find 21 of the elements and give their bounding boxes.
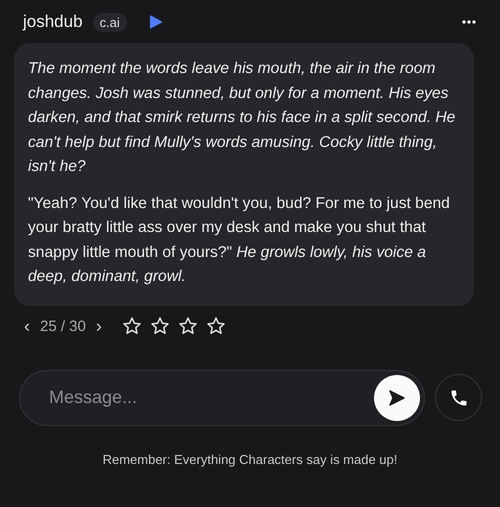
message-counter: 25 / 30 (40, 318, 86, 334)
star-icon[interactable] (178, 316, 198, 336)
source-tag: c.ai (92, 12, 127, 32)
star-rating[interactable] (122, 316, 226, 336)
star-icon[interactable] (206, 316, 226, 336)
star-icon[interactable] (122, 316, 142, 336)
character-name: joshdub (23, 12, 83, 32)
call-button[interactable] (435, 374, 482, 421)
message-field[interactable]: Message... (47, 386, 374, 409)
message-composer[interactable]: Message... (19, 370, 425, 426)
play-icon[interactable] (148, 14, 163, 30)
previous-button[interactable]: ‹ (22, 316, 32, 336)
send-button[interactable] (374, 374, 420, 420)
next-button[interactable]: › (94, 316, 104, 336)
message-text: "Yeah? You'd like that wouldn't you, bud? For me to just bend your bratty little ass over my desk and make you shut that snappy little mouth of yours?" He growls lowly, his voice a deep, dominant, growl. (28, 194, 451, 287)
disclaimer-text: Remember: Everything Characters say is made up! (102, 452, 398, 466)
message-text: The moment the words leave his mouth, the air in the room changes. Josh was stunned, but only for a moment. His eyes darken, and that smirk returns to his face in a split second. He can't help but find Mully's words amusing. Cocky little thing, isn't he? (28, 59, 456, 177)
send-icon (388, 388, 406, 406)
more-icon[interactable] (462, 20, 476, 24)
star-icon[interactable] (150, 316, 170, 336)
phone-icon (448, 388, 468, 408)
